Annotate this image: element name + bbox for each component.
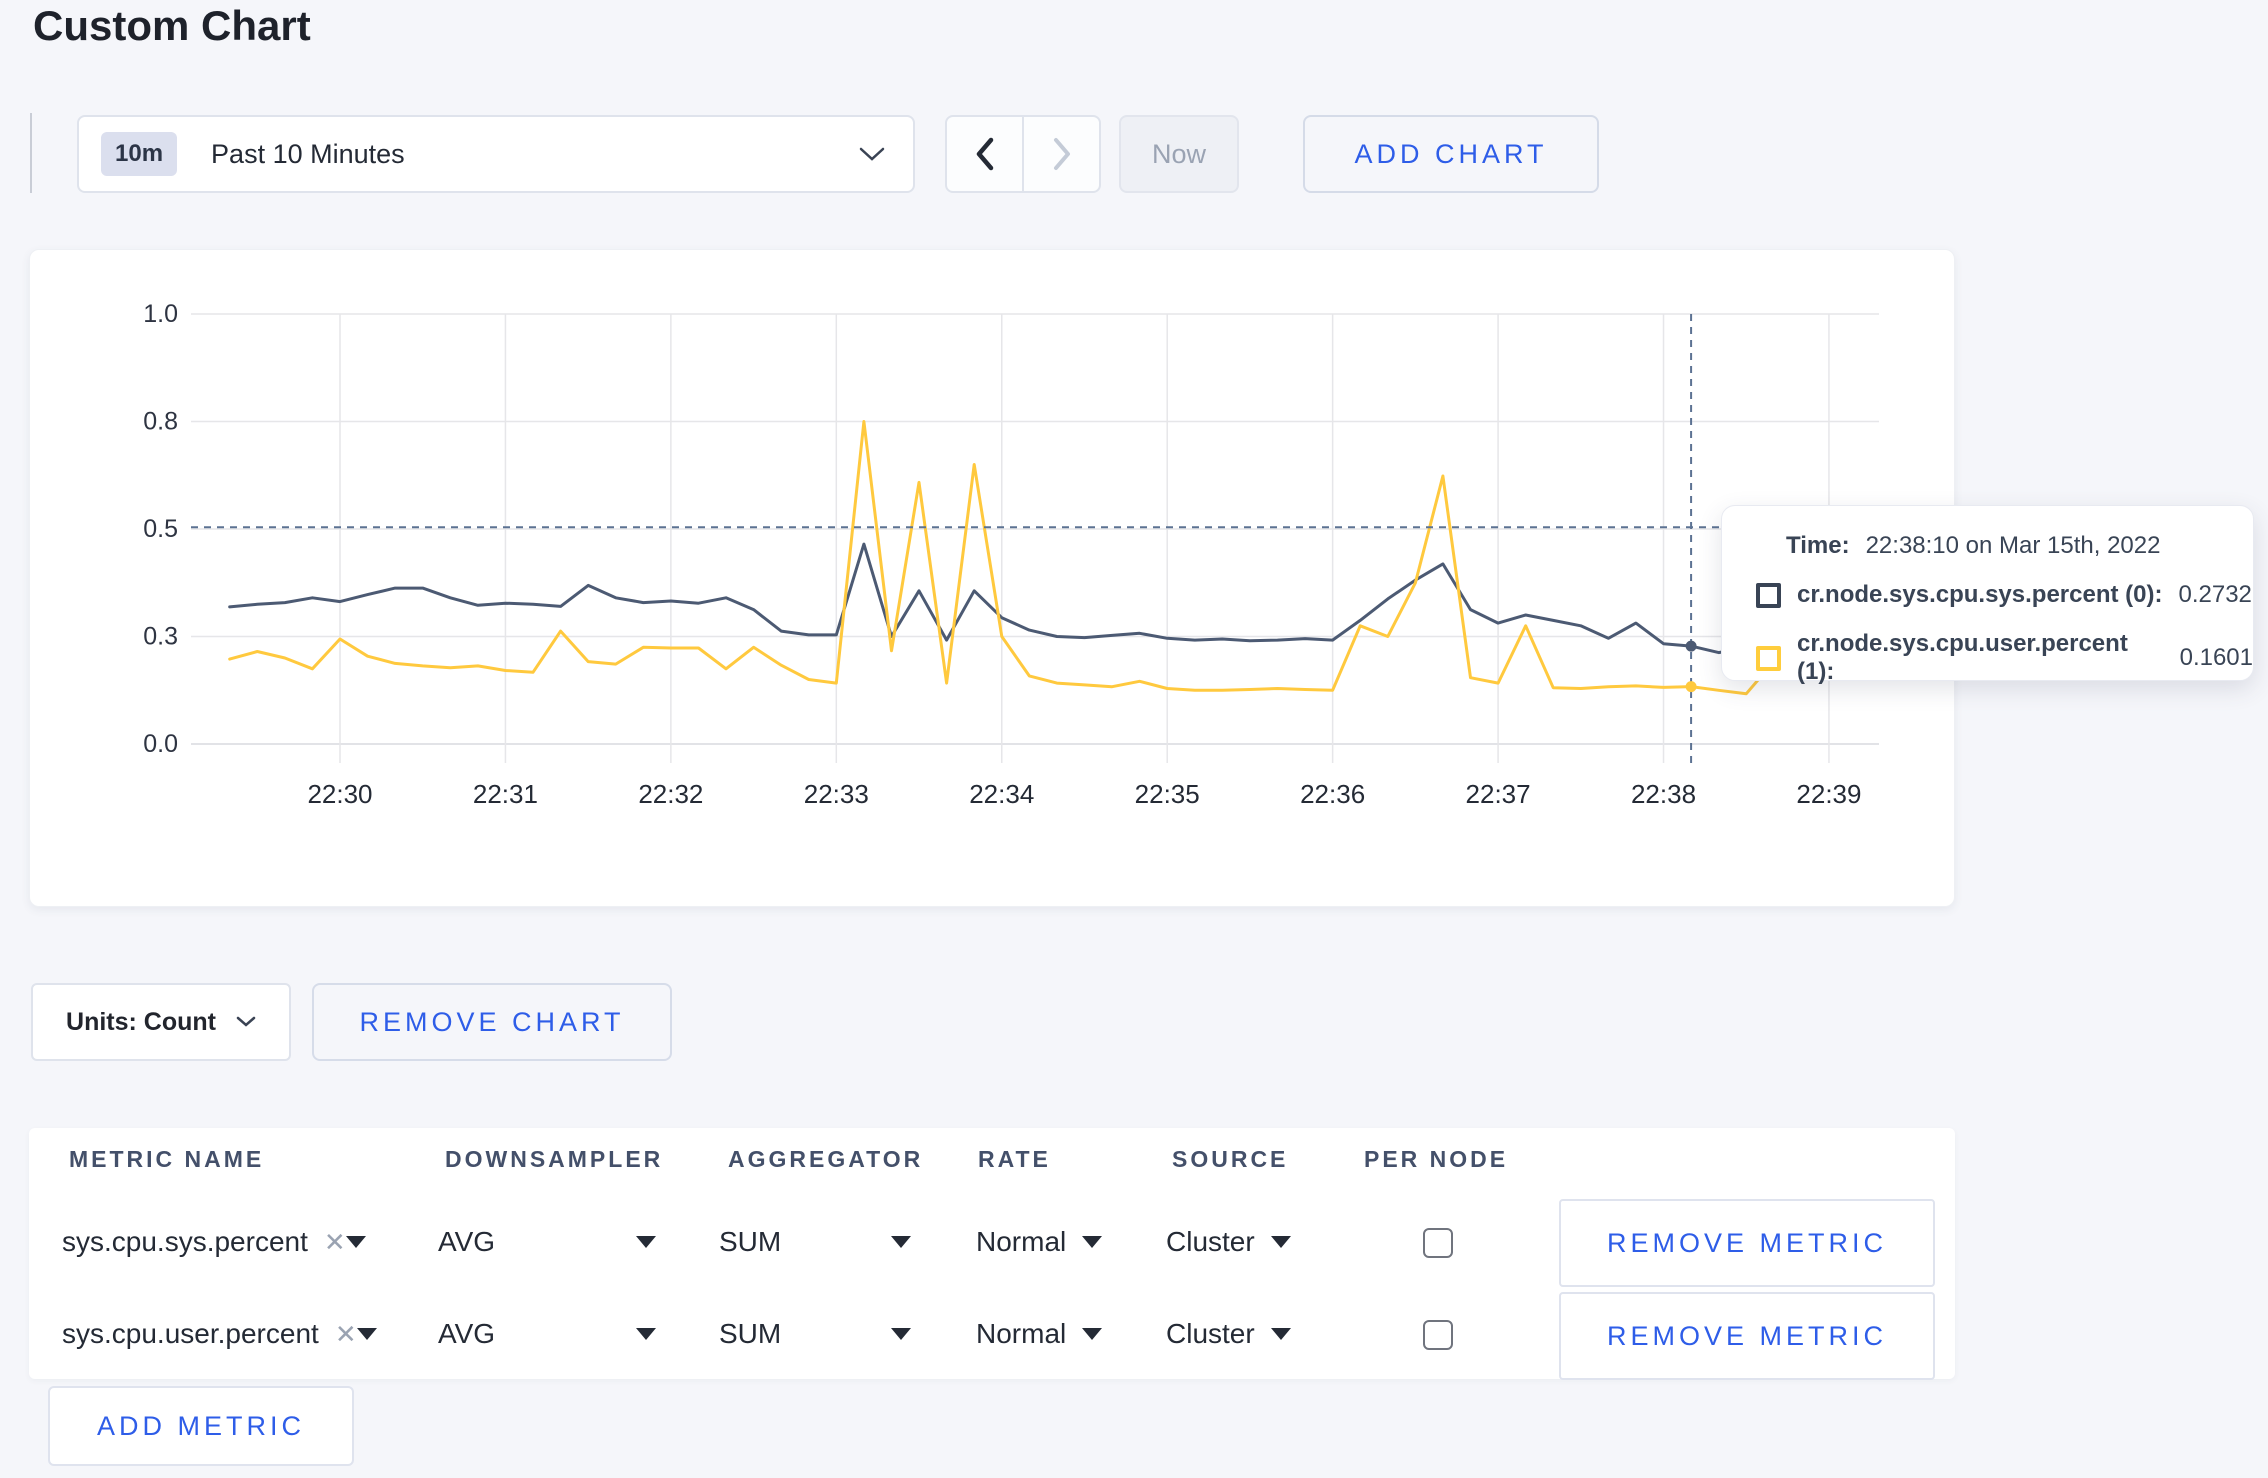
caret-down-icon	[636, 1236, 656, 1248]
source-value: Cluster	[1166, 1226, 1255, 1257]
col-header-rate: RATE	[978, 1146, 1051, 1172]
y-axis-label: 0.5	[143, 515, 178, 543]
caret-down-icon	[356, 1328, 377, 1340]
clear-metric-icon[interactable]: ✕	[324, 1227, 346, 1258]
rate-value: Normal	[976, 1318, 1067, 1349]
aggregator-select[interactable]: SUM	[719, 1306, 911, 1362]
caret-down-icon	[891, 1328, 911, 1340]
x-axis-label: 22:32	[638, 779, 703, 809]
caret-down-icon	[1082, 1328, 1103, 1340]
tooltip-series-row: cr.node.sys.cpu.user.percent (1): 0.1601	[1756, 630, 2253, 686]
chevron-right-icon	[1053, 138, 1070, 170]
source-value: Cluster	[1166, 1318, 1255, 1349]
tooltip-series-value: 0.1601	[2179, 644, 2253, 671]
page-title: Custom Chart	[33, 2, 311, 49]
time-nav-group	[945, 115, 1101, 193]
remove-chart-button[interactable]: REMOVE CHART	[312, 983, 672, 1061]
per-node-checkbox[interactable]	[1423, 1320, 1453, 1350]
caret-down-icon	[1270, 1328, 1291, 1340]
series-line-user	[228, 420, 1831, 696]
col-header-metric-name: METRIC NAME	[69, 1146, 265, 1172]
now-button[interactable]: Now	[1119, 115, 1239, 193]
downsampler-select[interactable]: AVG	[438, 1306, 656, 1362]
next-time-button[interactable]	[1023, 115, 1101, 193]
chart-tooltip: Time: 22:38:10 on Mar 15th, 2022 cr.node.…	[1721, 505, 2254, 685]
metric-name-select[interactable]: sys.cpu.user.percent ✕	[62, 1306, 377, 1362]
downsampler-value: AVG	[438, 1226, 496, 1257]
source-select[interactable]: Cluster	[1166, 1214, 1291, 1270]
chevron-down-icon	[236, 1016, 256, 1027]
tooltip-series-row: cr.node.sys.cpu.sys.percent (0): 0.2732	[1756, 581, 2253, 609]
clear-metric-icon[interactable]: ✕	[335, 1319, 357, 1350]
tooltip-time-row: Time: 22:38:10 on Mar 15th, 2022	[1786, 532, 2253, 560]
downsampler-value: AVG	[438, 1318, 496, 1349]
per-node-checkbox[interactable]	[1423, 1228, 1453, 1258]
caret-down-icon	[345, 1236, 366, 1248]
col-header-aggregator: AGGREGATOR	[728, 1146, 924, 1172]
rate-value: Normal	[976, 1226, 1067, 1257]
custom-chart-page: Custom Chart 10m Past 10 Minutes Now ADD…	[0, 0, 2268, 1478]
col-header-per-node: PER NODE	[1364, 1146, 1509, 1172]
tooltip-series-name: cr.node.sys.cpu.user.percent (1):	[1797, 630, 2128, 685]
y-axis-label: 0.0	[143, 730, 178, 758]
x-axis-label: 22:38	[1631, 779, 1696, 809]
downsampler-select[interactable]: AVG	[438, 1214, 656, 1270]
remove-metric-button[interactable]: REMOVE METRIC	[1559, 1199, 1935, 1287]
caret-down-icon	[891, 1236, 911, 1248]
caret-down-icon	[636, 1328, 656, 1340]
rate-select[interactable]: Normal	[976, 1214, 1103, 1270]
series-swatch-user-icon	[1756, 645, 1781, 671]
x-axis-label: 22:30	[307, 779, 372, 809]
y-axis-label: 0.3	[143, 623, 178, 651]
caret-down-icon	[1082, 1236, 1103, 1248]
x-axis-label: 22:33	[804, 779, 869, 809]
tooltip-series-name: cr.node.sys.cpu.sys.percent (0):	[1797, 581, 2163, 608]
time-window-badge: 10m	[101, 132, 178, 176]
hover-point-dot	[1685, 681, 1697, 693]
units-label: Units: Count	[66, 1007, 216, 1036]
metric-name-value: sys.cpu.sys.percent	[62, 1226, 308, 1257]
x-axis-label: 22:36	[1300, 779, 1365, 809]
remove-metric-button[interactable]: REMOVE METRIC	[1559, 1292, 1935, 1380]
add-metric-button[interactable]: ADD METRIC	[48, 1386, 354, 1466]
time-window-label: Past 10 Minutes	[211, 138, 405, 169]
x-axis-label: 22:37	[1466, 779, 1531, 809]
tooltip-series-value: 0.2732	[2178, 581, 2252, 608]
chevron-left-icon	[976, 137, 993, 171]
aggregator-select[interactable]: SUM	[719, 1214, 911, 1270]
source-select[interactable]: Cluster	[1166, 1306, 1291, 1362]
units-select[interactable]: Units: Count	[31, 983, 291, 1061]
x-axis-label: 22:39	[1796, 779, 1861, 809]
tooltip-time-value: 22:38:10 on Mar 15th, 2022	[1865, 532, 2161, 559]
time-range-select[interactable]: 10m Past 10 Minutes	[77, 115, 915, 193]
aggregator-value: SUM	[719, 1318, 782, 1349]
y-axis-label: 0.8	[143, 408, 178, 436]
x-axis-label: 22:35	[1135, 779, 1200, 809]
tooltip-time-label: Time:	[1786, 532, 1850, 559]
aggregator-value: SUM	[719, 1226, 782, 1257]
caret-down-icon	[1270, 1236, 1291, 1248]
x-axis-label: 22:34	[969, 779, 1034, 809]
chevron-down-icon	[859, 147, 885, 161]
series-swatch-sys-icon	[1756, 582, 1781, 608]
metric-name-value: sys.cpu.user.percent	[62, 1318, 319, 1349]
col-header-downsampler: DOWNSAMPLER	[445, 1146, 664, 1172]
prev-time-button[interactable]	[945, 115, 1023, 193]
add-chart-button[interactable]: ADD CHART	[1303, 115, 1599, 193]
hover-point-dot	[1685, 640, 1697, 652]
metric-name-select[interactable]: sys.cpu.sys.percent ✕	[62, 1214, 366, 1270]
rate-select[interactable]: Normal	[976, 1306, 1103, 1362]
timeseries-chart[interactable]: 0.0 0.3 0.5 0.8 1.0 22:30 22:31 22:32 22:33 22:34…	[30, 250, 1956, 908]
y-axis-label: 1.0	[143, 300, 178, 328]
col-header-source: SOURCE	[1172, 1146, 1289, 1172]
chart-card: 0.0 0.3 0.5 0.8 1.0 22:30 22:31 22:32 22:33 22:34…	[29, 249, 1955, 907]
x-axis-label: 22:31	[473, 779, 538, 809]
toolbar-divider	[30, 113, 32, 193]
